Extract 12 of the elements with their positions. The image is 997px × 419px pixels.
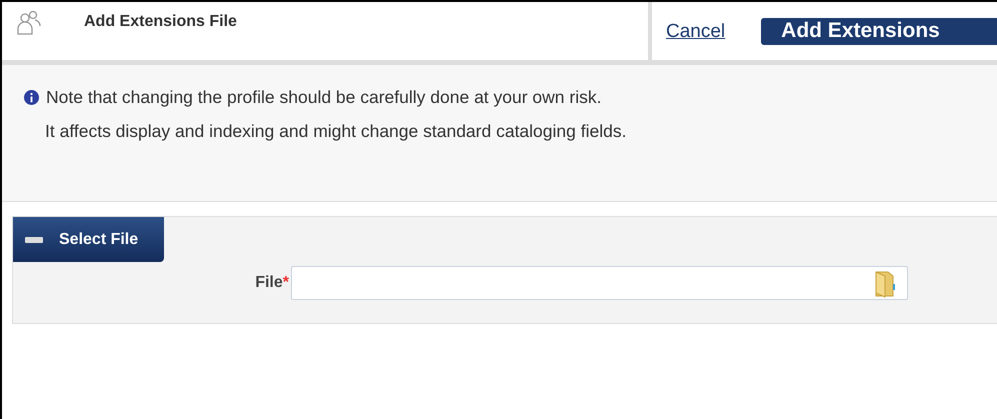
info-icon <box>24 90 39 104</box>
note-text: It affects display and indexing and might change standard cataloging fields. <box>45 120 626 142</box>
dialog-title: Add Extensions File <box>84 13 237 31</box>
people-icon <box>16 10 42 36</box>
cancel-link[interactable]: Cancel <box>666 21 726 43</box>
file-input-field[interactable] <box>291 266 908 300</box>
note-text: Note that changing the profile should be carefully done at your own risk. <box>46 86 602 108</box>
collapse-icon <box>25 236 43 242</box>
add-extensions-button[interactable]: Add Extensions <box>761 18 997 45</box>
field-label: File* <box>254 274 289 292</box>
section-title: Select File <box>59 230 138 248</box>
section-header[interactable]: Select File <box>13 217 164 262</box>
